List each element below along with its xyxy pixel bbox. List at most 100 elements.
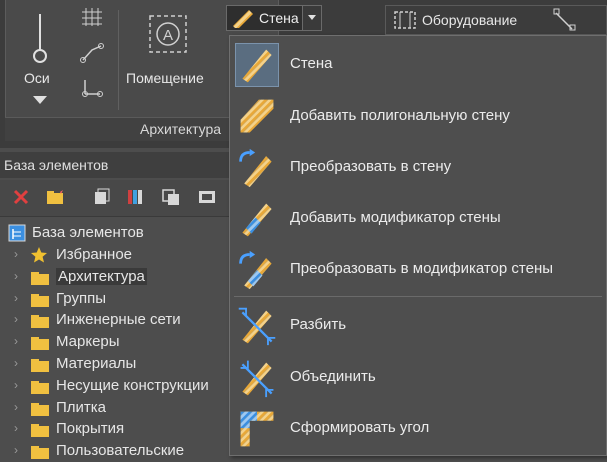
chevron-down-icon	[308, 15, 316, 20]
equipment-label: Оборудование	[422, 12, 518, 28]
folder-icon	[31, 293, 49, 307]
menu-item-label: Преобразовать в стену	[290, 158, 452, 175]
element-base-tree: База элементов › Избранное › Архитектура › Гр…	[0, 218, 230, 460]
svg-text:A: A	[163, 27, 173, 44]
menu-item-label: Разбить	[290, 316, 347, 333]
duplicate-icon[interactable]	[162, 188, 180, 206]
tree-item[interactable]: › Пользовательские	[0, 440, 230, 462]
element-base-header: База элементов	[0, 152, 230, 178]
dimension-icon[interactable]	[552, 7, 578, 33]
wall-icon	[235, 43, 279, 87]
tree-item-label: Пользовательские	[56, 442, 185, 460]
chevron-right-icon[interactable]: ›	[14, 443, 18, 457]
equipment-icon	[394, 11, 416, 29]
tree-item-label: Материалы	[56, 355, 137, 372]
menu-item[interactable]: Разбить	[230, 303, 606, 349]
axes-button[interactable]: Оси	[18, 10, 62, 110]
tree-item[interactable]: › Плитка	[0, 397, 230, 419]
chevron-right-icon[interactable]: ›	[14, 247, 18, 261]
folder-icon	[31, 337, 49, 351]
tree-item-label: Несущие конструкции	[56, 376, 209, 394]
grid-icon[interactable]	[80, 6, 104, 30]
tree-item[interactable]: › Маркеры	[0, 331, 230, 353]
ribbon-separator	[118, 10, 119, 110]
room-label: Помещение	[126, 70, 204, 86]
menu-item-label: Добавить модификатор стены	[290, 209, 501, 226]
menu-item[interactable]: Стена	[230, 42, 606, 88]
folder-icon	[31, 359, 49, 372]
database-icon	[8, 224, 26, 242]
tree-item[interactable]: › Архитектура	[0, 266, 230, 288]
menu-item-label: Преобразовать в модификатор стены	[290, 260, 554, 277]
folder-icon	[31, 446, 49, 460]
menu-item[interactable]: Сформировать угол	[230, 406, 606, 452]
axes-label: Оси	[24, 70, 50, 86]
tree-root-label: База элементов	[32, 224, 144, 241]
tree-item-label: Маркеры	[56, 333, 120, 351]
menu-item-label: Стена	[290, 55, 333, 72]
wall-modifier-icon	[242, 203, 272, 237]
preview-icon[interactable]	[198, 188, 216, 206]
chevron-right-icon[interactable]: ›	[14, 356, 18, 370]
tree-item-label: Избранное	[56, 246, 133, 263]
tree-item[interactable]: › Несущие конструкции	[0, 375, 230, 397]
wall-button-label: Стена	[259, 10, 299, 26]
join-wall-icon	[240, 360, 274, 398]
chevron-right-icon[interactable]: ›	[14, 334, 18, 348]
folder-icon	[31, 380, 49, 394]
wall-icon	[233, 10, 253, 28]
wall-split-button[interactable]: Стена	[226, 5, 322, 31]
corner-icon	[240, 411, 274, 447]
element-base-title: База элементов	[4, 157, 109, 173]
axis-icon	[33, 14, 47, 63]
menu-item[interactable]: Преобразовать в модификатор стены	[230, 247, 606, 293]
menu-separator	[234, 296, 602, 297]
axis-node-icon[interactable]	[80, 78, 104, 102]
wall-dropdown-arrow[interactable]	[302, 6, 321, 30]
folder-icon	[31, 271, 49, 285]
chevron-right-icon[interactable]: ›	[14, 291, 18, 305]
menu-item-label: Добавить полигональную стену	[290, 107, 510, 124]
menu-item[interactable]: Преобразовать в стену	[230, 145, 606, 191]
chevron-right-icon[interactable]: ›	[14, 269, 18, 283]
element-base-toolbar	[0, 180, 230, 217]
import-icon[interactable]	[92, 188, 110, 206]
equipment-button[interactable]: Оборудование	[385, 5, 607, 35]
chevron-right-icon[interactable]: ›	[14, 400, 18, 414]
delete-icon[interactable]	[12, 188, 30, 206]
tree-item[interactable]: › Группы	[0, 288, 230, 310]
room-button[interactable]: A Помещение	[124, 10, 224, 90]
tree-item-label: Архитектура	[56, 267, 147, 285]
menu-item[interactable]: Добавить модификатор стены	[230, 196, 606, 242]
menu-item-label: Объединить	[290, 368, 376, 385]
properties-icon[interactable]	[126, 188, 144, 206]
convert-to-modifier-icon	[239, 250, 272, 290]
chevron-right-icon[interactable]: ›	[14, 378, 18, 392]
chevron-right-icon[interactable]: ›	[14, 312, 18, 326]
panel-title: Архитектура	[140, 121, 222, 137]
folder-icon	[31, 424, 49, 438]
tree-item-label: Группы	[56, 289, 106, 307]
tree-item[interactable]: › Избранное	[0, 244, 230, 266]
chevron-right-icon[interactable]: ›	[14, 421, 18, 435]
split-wall-icon	[238, 307, 276, 346]
wall-dropdown-menu: Стена Добавить полигональную стену Преобра…	[229, 35, 607, 456]
convert-to-wall-icon	[239, 148, 272, 188]
folder-icon	[31, 315, 49, 329]
tree-item-label: Покрытия	[56, 420, 125, 438]
tree-item[interactable]: › Материалы	[0, 353, 230, 375]
room-icon: A	[149, 15, 187, 53]
menu-item-label: Сформировать угол	[290, 419, 430, 436]
menu-item[interactable]: Добавить полигональную стену	[230, 94, 606, 140]
tree-item[interactable]: › Инженерные сети	[0, 309, 230, 331]
tree-item-label: Плитка	[56, 398, 107, 416]
new-folder-icon[interactable]	[46, 188, 64, 206]
folder-icon	[31, 402, 49, 416]
tree-item-label: Инженерные сети	[56, 311, 181, 329]
polygon-wall-icon	[240, 99, 274, 133]
tree-root[interactable]: База элементов	[0, 222, 230, 244]
polyline-axis-icon[interactable]	[80, 40, 104, 64]
tree-item[interactable]: › Покрытия	[0, 418, 230, 440]
menu-item[interactable]: Объединить	[230, 355, 606, 401]
star-icon	[31, 247, 47, 263]
